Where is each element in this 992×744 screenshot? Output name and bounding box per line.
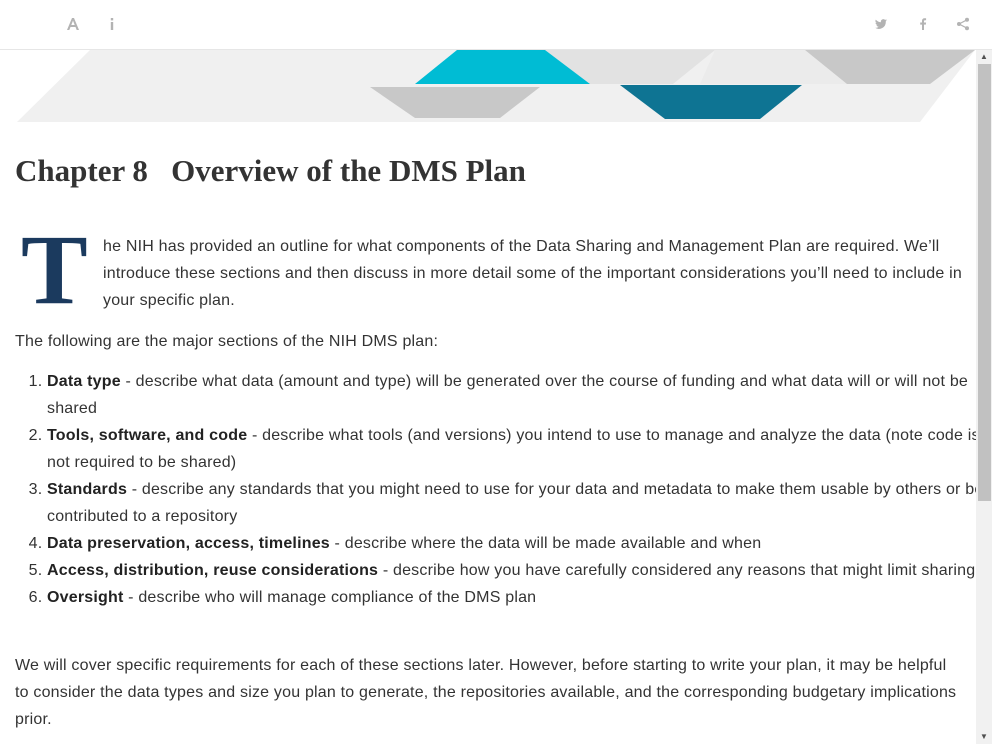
list-item: Data preservation, access, timelines - d…: [47, 530, 976, 557]
list-item: Tools, software, and code - describe wha…: [47, 422, 976, 476]
dms-sections-list: Data type - describe what data (amount a…: [15, 368, 976, 611]
vertical-scrollbar[interactable]: ▲ ▼: [976, 50, 992, 744]
section-term: Data preservation, access, timelines: [47, 535, 330, 552]
chapter-content: Chapter 8 Overview of the DMS Plan T he …: [0, 50, 976, 744]
list-item: Data type - describe what data (amount a…: [47, 368, 976, 422]
section-desc: - describe who will manage compliance of…: [123, 589, 537, 606]
section-term: Data type: [47, 373, 121, 390]
intro-paragraph: he NIH has provided an outline for what …: [103, 238, 962, 309]
twitter-icon[interactable]: [871, 14, 891, 34]
list-item: Standards - describe any standards that …: [47, 476, 976, 530]
sections-lead-paragraph: The following are the major sections of …: [15, 333, 439, 350]
section-term: Tools, software, and code: [47, 427, 248, 444]
facebook-icon[interactable]: [913, 14, 933, 34]
scrollbar-thumb[interactable]: [978, 64, 991, 501]
section-desc: - describe any standards that you might …: [47, 481, 976, 525]
info-icon[interactable]: [102, 14, 122, 34]
scroll-down-icon[interactable]: ▼: [976, 730, 992, 744]
list-item: Access, distribution, reuse consideratio…: [47, 557, 976, 584]
section-term: Standards: [47, 481, 128, 498]
scroll-up-icon[interactable]: ▲: [976, 50, 992, 64]
chapter-banner: [17, 50, 975, 122]
chapter-title: Chapter 8 Overview of the DMS Plan: [15, 153, 526, 188]
list-item: Oversight - describe who will manage com…: [47, 584, 976, 611]
section-term: Oversight: [47, 589, 124, 606]
section-desc: - describe what data (amount and type) w…: [47, 373, 969, 417]
font-settings-icon[interactable]: [63, 14, 83, 34]
section-desc: - describe where the data will be made a…: [329, 535, 762, 552]
section-desc: - describe how you have carefully consid…: [378, 562, 976, 579]
closing-paragraph: We will cover specific requirements for …: [15, 657, 957, 728]
share-icon[interactable]: [953, 14, 973, 34]
section-term: Access, distribution, reuse consideratio…: [47, 562, 379, 579]
book-toolbar: [0, 0, 992, 50]
drop-cap: T: [21, 214, 88, 325]
